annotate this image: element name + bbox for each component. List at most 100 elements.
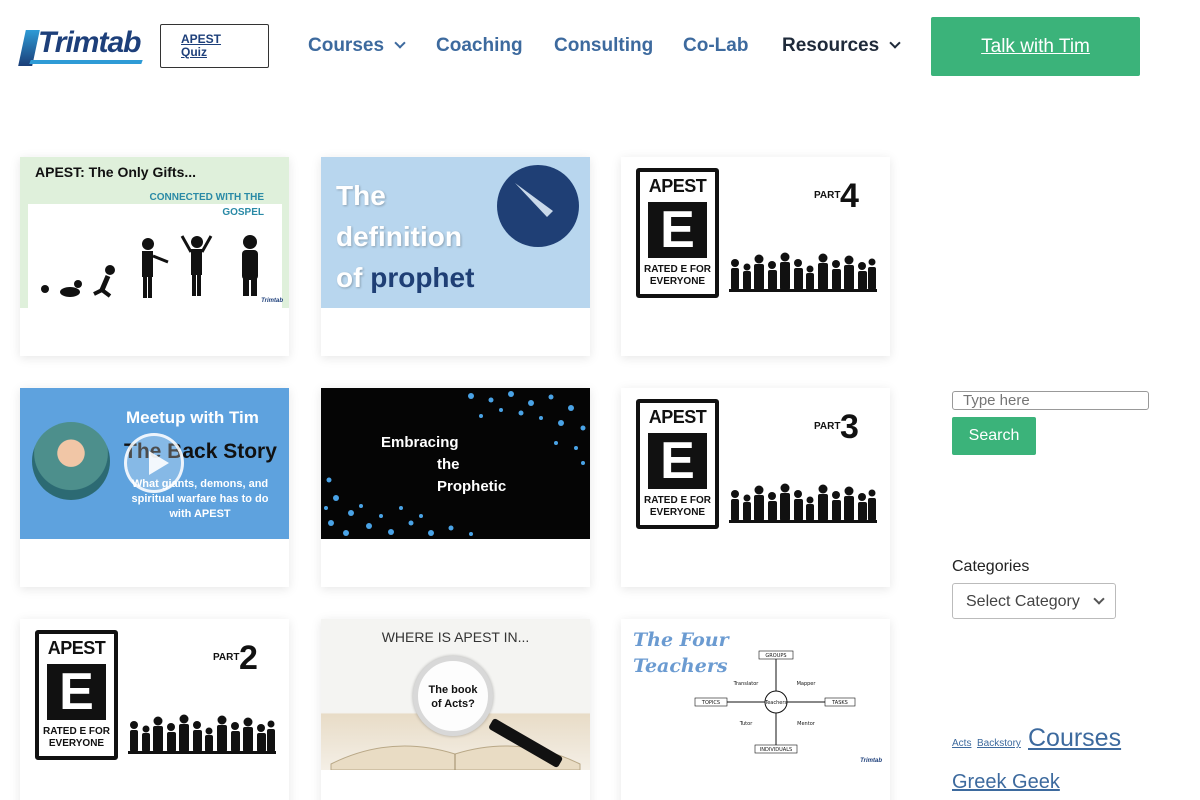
diagram-label: Translator: [733, 681, 760, 687]
play-icon[interactable]: [124, 433, 184, 493]
post-card[interactable]: APEST: The Only Gifts... CONNECTED WITH …: [20, 157, 289, 356]
title-word: of: [336, 262, 363, 293]
thumbnail-brand: Trimtab: [860, 758, 882, 764]
search-button[interactable]: Search: [952, 417, 1036, 455]
part-number: 2: [239, 639, 258, 677]
post-card[interactable]: Embracing the Prophetic: [321, 388, 590, 587]
apest-rating-box: APEST E RATED E FOR EVERYONE: [636, 399, 719, 529]
tag-acts[interactable]: Acts: [952, 738, 971, 749]
category-select[interactable]: Select Category: [952, 583, 1116, 619]
thumbnail-title: Embracing the Prophetic: [381, 432, 531, 498]
post-card[interactable]: APEST E RATED E FOR EVERYONE PART 4: [621, 157, 890, 356]
post-card[interactable]: APEST E RATED E FOR EVERYONE PART 3: [621, 388, 890, 587]
compass-needle-icon: [515, 183, 553, 217]
apest-quiz-button[interactable]: APEST Quiz: [160, 24, 269, 68]
part-label: PART: [814, 190, 841, 201]
part-number: 4: [840, 177, 859, 215]
crowd-silhouette-icon: [128, 714, 276, 754]
logo-text: Trimtab: [38, 26, 141, 59]
tag-greek-geek[interactable]: Greek Geek: [952, 771, 1060, 794]
evolution-figures-icon: [41, 235, 258, 298]
post-thumbnail[interactable]: APEST: The Only Gifts... CONNECTED WITH …: [20, 157, 289, 308]
rating-apest-text: APEST: [47, 638, 106, 658]
post-card[interactable]: Meetup with Tim The Back Story What gian…: [20, 388, 289, 587]
post-thumbnail[interactable]: The definition of prophet: [321, 157, 590, 308]
nav-colab[interactable]: Co-Lab: [683, 35, 748, 57]
title-line: the: [437, 456, 460, 473]
nav-courses[interactable]: Courses: [308, 35, 406, 57]
rating-e-icon: E: [648, 202, 707, 258]
nav-consulting[interactable]: Consulting: [554, 35, 653, 57]
nav-colab-label: Co-Lab: [683, 35, 749, 56]
chevron-down-icon: [1093, 593, 1105, 605]
quiz-button-line2: Quiz: [181, 45, 207, 59]
post-card[interactable]: APEST E RATED E FOR EVERYONE PART 2: [20, 619, 289, 800]
diagram-label: Teachers: [764, 700, 787, 706]
rating-caption: RATED E FOR EVERYONE: [42, 726, 111, 749]
category-select-value: Select Category: [966, 593, 1080, 610]
nav-coaching-label: Coaching: [436, 35, 523, 56]
post-thumbnail[interactable]: The Four Teachers Teachers GROUPS Transl…: [621, 619, 890, 770]
post-card[interactable]: WHERE IS APEST IN... The book of Acts?: [321, 619, 590, 800]
magnifying-glass-icon: The book of Acts?: [413, 656, 493, 736]
logo-swoosh-icon: [29, 60, 143, 64]
rating-apest-text: APEST: [648, 176, 707, 196]
lens-line: The book: [428, 684, 478, 696]
rating-apest-text: APEST: [648, 407, 707, 427]
crowd-silhouette-icon: [729, 252, 877, 292]
lens-text: The book of Acts?: [418, 683, 488, 711]
diagram-label: TASKS: [831, 700, 848, 706]
post-thumbnail[interactable]: APEST E RATED E FOR EVERYONE PART 2: [20, 619, 289, 770]
post-thumbnail[interactable]: APEST E RATED E FOR EVERYONE PART 4: [621, 157, 890, 308]
apest-rating-box: APEST E RATED E FOR EVERYONE: [636, 168, 719, 298]
chevron-down-icon: [394, 37, 406, 49]
post-card[interactable]: The Four Teachers Teachers GROUPS Transl…: [621, 619, 890, 800]
rating-caption: RATED E FOR EVERYONE: [643, 264, 712, 287]
four-teachers-diagram: Teachers GROUPS Translator Mapper TOPICS…: [694, 650, 856, 754]
thumbnail-title: APEST: The Only Gifts...: [35, 164, 197, 180]
post-thumbnail[interactable]: Embracing the Prophetic: [321, 388, 590, 539]
nav-resources[interactable]: Resources: [782, 35, 901, 57]
tag-courses[interactable]: Courses: [1028, 724, 1121, 753]
post-thumbnail[interactable]: Meetup with Tim The Back Story What gian…: [20, 388, 289, 539]
chevron-down-icon: [889, 37, 901, 49]
thumbnail-title: Meetup with Tim: [126, 408, 259, 427]
post-thumbnail[interactable]: APEST E RATED E FOR EVERYONE PART 3: [621, 388, 890, 539]
tag-backstory[interactable]: Backstory: [977, 738, 1021, 749]
title-line: The: [336, 180, 386, 211]
diagram-label: Tutor: [739, 721, 753, 727]
avatar: [32, 422, 110, 500]
part-label: PART: [213, 652, 240, 663]
nav-coaching[interactable]: Coaching: [436, 35, 523, 57]
thumbnail-subtitle: CONNECTED WITH THE GOSPEL: [149, 192, 264, 218]
post-thumbnail[interactable]: WHERE IS APEST IN... The book of Acts?: [321, 619, 590, 770]
part-number: 3: [840, 408, 859, 446]
title-line: definition: [336, 221, 462, 252]
diagram-label: Mapper: [797, 681, 817, 687]
diagram-label: INDIVIDUALS: [760, 747, 792, 753]
post-card[interactable]: The definition of prophet: [321, 157, 590, 356]
part-label: PART: [814, 421, 841, 432]
rating-caption: RATED E FOR EVERYONE: [643, 495, 712, 518]
thumbnail-brand: Trimtab: [261, 298, 283, 304]
diagram-label: GROUPS: [765, 653, 786, 659]
categories-heading: Categories: [952, 558, 1030, 575]
rating-e-icon: E: [47, 664, 106, 720]
compass-disc-icon: [497, 165, 579, 247]
talk-with-tim-button[interactable]: Talk with Tim: [931, 17, 1140, 76]
search-input[interactable]: [952, 391, 1149, 410]
nav-courses-label: Courses: [308, 35, 385, 56]
crowd-silhouette-icon: [729, 483, 877, 523]
thumbnail-title: WHERE IS APEST IN...: [381, 629, 530, 645]
nav-consulting-label: Consulting: [554, 35, 654, 56]
nav-resources-label: Resources: [782, 35, 880, 56]
diagram-label: Mentor: [797, 721, 816, 727]
lens-line: of Acts?: [431, 698, 475, 710]
title-line: Embracing: [381, 434, 459, 451]
apest-rating-box: APEST E RATED E FOR EVERYONE: [35, 630, 118, 760]
site-logo[interactable]: Trimtab: [18, 26, 143, 68]
title-word-highlight: prophet: [370, 262, 475, 293]
thumbnail-title: The definition of prophet: [336, 175, 474, 298]
rating-e-icon: E: [648, 433, 707, 489]
title-line: Prophetic: [437, 478, 507, 495]
